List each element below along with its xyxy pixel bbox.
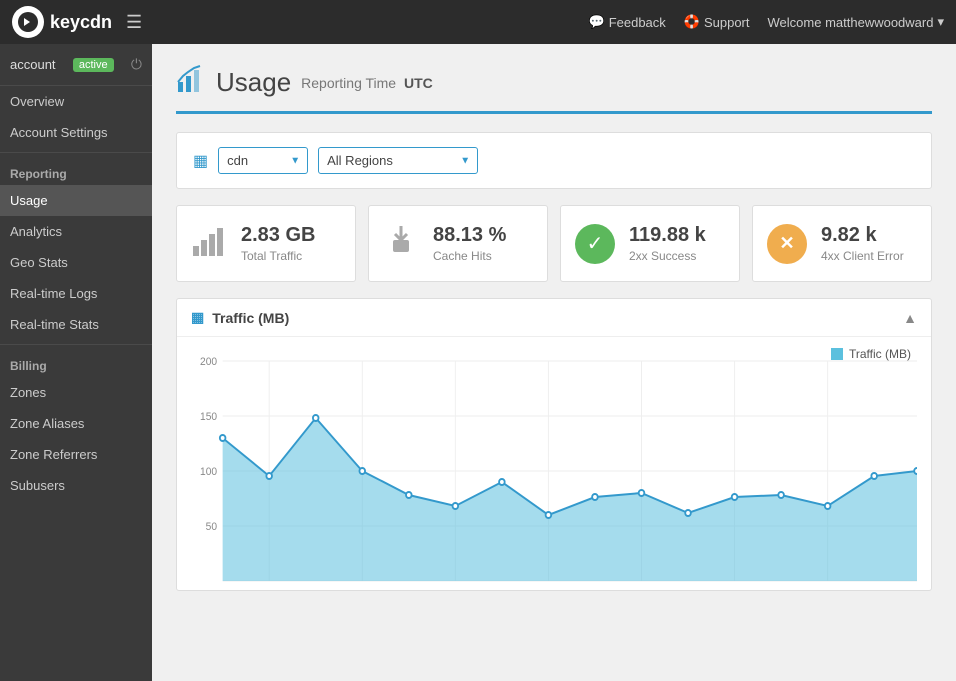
zone-aliases-label: Zone Aliases: [10, 416, 84, 431]
sidebar-divider-reporting: [0, 152, 152, 153]
welcome-menu[interactable]: Welcome matthewwoodward ▾: [768, 14, 944, 30]
svg-text:200: 200: [200, 356, 217, 368]
sidebar-item-usage[interactable]: Usage: [0, 185, 152, 216]
stat-card-4xx-error: ✕ 9.82 k 4xx Client Error: [752, 205, 932, 282]
sidebar-item-zones[interactable]: Zones: [0, 377, 152, 408]
filter-bar: ▦ cdn all zones All Regions: [176, 132, 932, 189]
sidebar-divider-billing: [0, 344, 152, 345]
legend-color-box: [831, 348, 843, 360]
chart-legend: Traffic (MB): [831, 347, 911, 361]
feedback-label: Feedback: [609, 15, 666, 30]
total-traffic-icon: [191, 222, 227, 265]
chart-body: Traffic (MB) 200 150 100 50: [177, 337, 931, 590]
4xx-error-value: 9.82 k: [821, 224, 904, 247]
support-icon: 🛟: [684, 14, 700, 30]
page-header: Usage Reporting Time UTC: [176, 64, 932, 114]
stat-info-cache-hits: 88.13 % Cache Hits: [433, 224, 506, 263]
welcome-text: Welcome matthewwoodward: [768, 15, 934, 30]
support-link[interactable]: 🛟 Support: [684, 14, 750, 30]
svg-text:150: 150: [200, 411, 217, 423]
chart-header: ▦ Traffic (MB) ▲: [177, 299, 931, 337]
page-title: Usage: [216, 67, 291, 98]
feedback-link[interactable]: 💬 Feedback: [589, 14, 666, 30]
analytics-label: Analytics: [10, 224, 62, 239]
feedback-icon: 💬: [589, 14, 605, 30]
logo-text: keycdn: [50, 12, 112, 33]
sidebar-item-analytics[interactable]: Analytics: [0, 216, 152, 247]
subusers-label: Subusers: [10, 478, 65, 493]
sidebar-item-zone-aliases[interactable]: Zone Aliases: [0, 408, 152, 439]
chart-title: Traffic (MB): [212, 310, 289, 326]
account-settings-label: Account Settings: [10, 125, 108, 140]
stat-card-2xx-success: ✓ 119.88 k 2xx Success: [560, 205, 740, 282]
chevron-down-icon: ▾: [937, 14, 944, 30]
utc-label: UTC: [404, 75, 433, 91]
2xx-success-label: 2xx Success: [629, 249, 706, 263]
sidebar-item-zone-referrers[interactable]: Zone Referrers: [0, 439, 152, 470]
region-select[interactable]: All Regions: [318, 147, 478, 174]
svg-text:50: 50: [206, 521, 217, 533]
logo-icon: [12, 6, 44, 38]
topnav-left: keycdn ☰: [12, 6, 142, 38]
stat-card-cache-hits: 88.13 % Cache Hits: [368, 205, 548, 282]
sidebar-account-header: account active ⏻: [0, 44, 152, 86]
account-badge: active: [73, 58, 114, 72]
realtime-stats-label: Real-time Stats: [10, 317, 99, 332]
sidebar-section-billing: Billing: [0, 349, 152, 377]
zone-select-wrapper: cdn all zones: [218, 147, 308, 174]
cache-hits-label: Cache Hits: [433, 249, 506, 263]
chart-collapse-button[interactable]: ▲: [903, 310, 917, 326]
support-label: Support: [704, 15, 750, 30]
power-icon[interactable]: ⏻: [131, 56, 142, 73]
svg-text:100: 100: [200, 466, 217, 478]
total-traffic-label: Total Traffic: [241, 249, 315, 263]
topnav: keycdn ☰ 💬 Feedback 🛟 Support Welcome ma…: [0, 0, 956, 44]
chart-title-area: ▦ Traffic (MB): [191, 309, 289, 326]
stat-info-total-traffic: 2.83 GB Total Traffic: [241, 224, 315, 263]
sidebar-item-realtime-stats[interactable]: Real-time Stats: [0, 309, 152, 340]
sidebar-section-reporting: Reporting: [0, 157, 152, 185]
sidebar-item-subusers[interactable]: Subusers: [0, 470, 152, 501]
sidebar: account active ⏻ Overview Account Settin…: [0, 44, 152, 681]
cache-hits-icon: [383, 222, 419, 265]
chart-bar-icon: ▦: [191, 309, 204, 326]
usage-chart-icon: [176, 64, 206, 101]
zones-label: Zones: [10, 385, 46, 400]
usage-label: Usage: [10, 193, 48, 208]
sidebar-item-geo-stats[interactable]: Geo Stats: [0, 247, 152, 278]
total-traffic-value: 2.83 GB: [241, 224, 315, 247]
traffic-chart: 200 150 100 50: [191, 347, 917, 587]
logo: keycdn: [12, 6, 112, 38]
grid-icon: ▦: [193, 151, 208, 171]
sidebar-item-realtime-logs[interactable]: Real-time Logs: [0, 278, 152, 309]
sidebar-item-account-settings[interactable]: Account Settings: [0, 117, 152, 148]
geo-stats-label: Geo Stats: [10, 255, 68, 270]
stats-row: 2.83 GB Total Traffic 88.13 % Cache Hits: [176, 205, 932, 282]
stat-info-4xx-error: 9.82 k 4xx Client Error: [821, 224, 904, 263]
4xx-error-label: 4xx Client Error: [821, 249, 904, 263]
stat-info-2xx-success: 119.88 k 2xx Success: [629, 224, 706, 263]
main-content: Usage Reporting Time UTC ▦ cdn all zones…: [152, 44, 956, 681]
account-label: account: [10, 57, 56, 72]
2xx-success-icon: ✓: [575, 224, 615, 264]
4xx-error-icon: ✕: [767, 224, 807, 264]
zone-referrers-label: Zone Referrers: [10, 447, 97, 462]
legend-label: Traffic (MB): [849, 347, 911, 361]
sidebar-item-overview[interactable]: Overview: [0, 86, 152, 117]
overview-label: Overview: [10, 94, 64, 109]
page-subtitle: Reporting Time UTC: [301, 75, 433, 91]
topnav-right: 💬 Feedback 🛟 Support Welcome matthewwood…: [589, 14, 945, 30]
region-select-wrapper: All Regions: [318, 147, 478, 174]
stat-card-total-traffic: 2.83 GB Total Traffic: [176, 205, 356, 282]
realtime-logs-label: Real-time Logs: [10, 286, 97, 301]
main-layout: account active ⏻ Overview Account Settin…: [0, 44, 956, 681]
cache-hits-value: 88.13 %: [433, 224, 506, 247]
chart-section: ▦ Traffic (MB) ▲ Traffic (MB) 200 150 10…: [176, 298, 932, 591]
hamburger-button[interactable]: ☰: [126, 12, 142, 33]
zone-select[interactable]: cdn all zones: [218, 147, 308, 174]
2xx-success-value: 119.88 k: [629, 224, 706, 247]
